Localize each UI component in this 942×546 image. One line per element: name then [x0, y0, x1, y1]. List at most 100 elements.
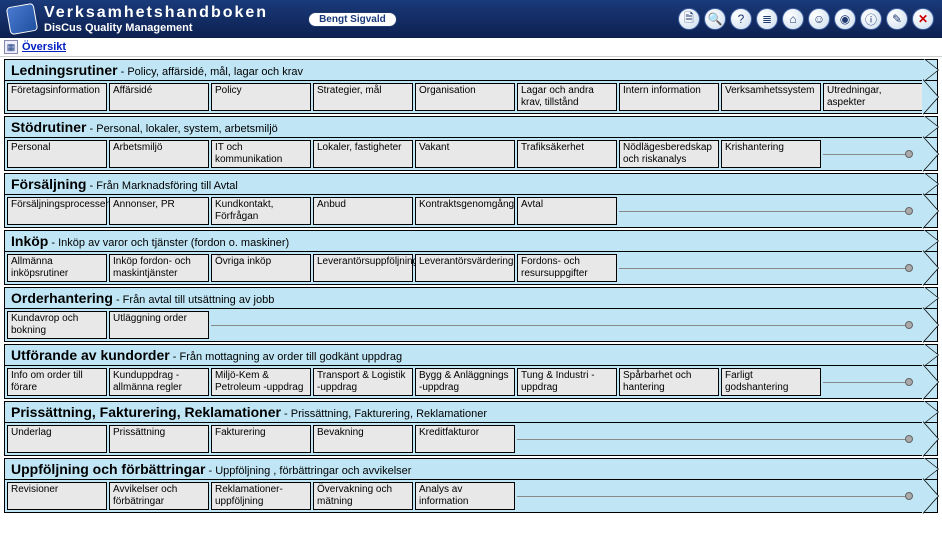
process-box[interactable]: Arbetsmiljö	[109, 140, 209, 168]
section-desc: - Från Marknadsföring till Avtal	[86, 180, 237, 192]
section-title: Prissättning, Fakturering, Reklamationer	[11, 404, 281, 420]
process-box[interactable]: Avtal	[517, 197, 617, 225]
overview-icon: ▦	[4, 40, 18, 54]
process-box[interactable]: Leverantörsvärdering	[415, 254, 515, 282]
process-box[interactable]: IT och kommunikation	[211, 140, 311, 168]
process-box[interactable]: Reklamationer- uppföljning	[211, 482, 311, 510]
section-row: Info om order till förareKunduppdrag -al…	[4, 366, 938, 399]
process-box[interactable]: Övriga inköp	[211, 254, 311, 282]
section-header: Prissättning, Fakturering, Reklamationer…	[4, 401, 938, 423]
process-box[interactable]: Tung & Industri -uppdrag	[517, 368, 617, 396]
home-icon[interactable]: ⌂	[782, 8, 804, 30]
process-box[interactable]: Bygg & Anläggnings -uppdrag	[415, 368, 515, 396]
globe-icon[interactable]: ◉	[834, 8, 856, 30]
section-title: Utförande av kundorder	[11, 347, 170, 363]
process-box[interactable]: Nödlägesberedskap och riskanalys	[619, 140, 719, 168]
filler-line	[517, 425, 913, 453]
info-icon[interactable]: ⓘ	[860, 8, 882, 30]
process-box[interactable]: Spårbarhet och hantering	[619, 368, 719, 396]
process-box[interactable]: Revisioner	[7, 482, 107, 510]
process-box[interactable]: Fordons- och resursuppgifter	[517, 254, 617, 282]
title-block: Verksamhetshandboken DisCus Quality Mana…	[44, 4, 268, 34]
filler-line	[619, 254, 913, 282]
section: Stödrutiner - Personal, lokaler, system,…	[4, 116, 938, 171]
section-title: Orderhantering	[11, 290, 113, 306]
tools-icon[interactable]: ✎	[886, 8, 908, 30]
process-box[interactable]: Verksamhetssystem	[721, 83, 821, 111]
section-desc: - Prissättning, Fakturering, Reklamation…	[281, 408, 487, 420]
search-icon[interactable]: 🔍	[704, 8, 726, 30]
process-box[interactable]: Policy	[211, 83, 311, 111]
doc-icon[interactable]: 🗎	[678, 8, 700, 30]
box-row: FörsäljningsprocessenAnnonser, PRKundkon…	[7, 197, 913, 225]
process-box[interactable]: Kunduppdrag -allmänna regler	[109, 368, 209, 396]
list-icon[interactable]: ≣	[756, 8, 778, 30]
section: Prissättning, Fakturering, Reklamationer…	[4, 401, 938, 456]
process-box[interactable]: Leverantörsuppföljning	[313, 254, 413, 282]
process-box[interactable]: Kontraktsgenomgång	[415, 197, 515, 225]
process-box[interactable]: Transport & Logistik -uppdrag	[313, 368, 413, 396]
process-box[interactable]: Övervakning och mätning	[313, 482, 413, 510]
process-box[interactable]: Lagar och andra krav, tillstånd	[517, 83, 617, 111]
section: Inköp - Inköp av varor och tjänster (for…	[4, 230, 938, 285]
process-box[interactable]: Bevakning	[313, 425, 413, 453]
process-box[interactable]: Försäljningsprocessen	[7, 197, 107, 225]
section: Ledningsrutiner - Policy, affärsidé, mål…	[4, 59, 938, 114]
process-box[interactable]: Anbud	[313, 197, 413, 225]
close-icon[interactable]: ✕	[912, 8, 934, 30]
section-desc: - Från mottagning av order till godkänt …	[170, 351, 402, 363]
process-box[interactable]: Vakant	[415, 140, 515, 168]
overview-link[interactable]: Översikt	[22, 41, 66, 53]
app-title: Verksamhetshandboken	[44, 4, 268, 22]
process-box[interactable]: Underlag	[7, 425, 107, 453]
section-header: Stödrutiner - Personal, lokaler, system,…	[4, 116, 938, 138]
process-box[interactable]: Trafiksäkerhet	[517, 140, 617, 168]
process-box[interactable]: Prissättning	[109, 425, 209, 453]
process-box[interactable]: Utläggning order	[109, 311, 209, 339]
box-row: RevisionerAvvikelser och förbätringarRek…	[7, 482, 913, 510]
section-title: Ledningsrutiner	[11, 62, 118, 78]
section-row: FöretagsinformationAffärsidéPolicyStrate…	[4, 81, 938, 114]
overview-bar: ▦ Översikt	[0, 38, 942, 57]
process-box[interactable]: Kundkontakt, Förfrågan	[211, 197, 311, 225]
section-header: Utförande av kundorder - Från mottagning…	[4, 344, 938, 366]
section: Uppföljning och förbättringar - Uppföljn…	[4, 458, 938, 513]
app-subtitle: DisCus Quality Management	[44, 22, 268, 34]
box-row: PersonalArbetsmiljöIT och kommunikationL…	[7, 140, 913, 168]
process-box[interactable]: Inköp fordon- och maskintjänster	[109, 254, 209, 282]
user-badge: Bengt Sigvald	[308, 12, 397, 27]
process-box[interactable]: Strategier, mål	[313, 83, 413, 111]
process-box[interactable]: Företagsinformation	[7, 83, 107, 111]
person-icon[interactable]: ☺	[808, 8, 830, 30]
toolbar: 🗎🔍?≣⌂☺◉ⓘ✎✕	[678, 8, 934, 30]
help-icon[interactable]: ?	[730, 8, 752, 30]
process-box[interactable]: Kundavrop och bokning	[7, 311, 107, 339]
section-row: Allmänna inköpsrutinerInköp fordon- och …	[4, 252, 938, 285]
filler-line	[823, 140, 913, 168]
process-box[interactable]: Intern information	[619, 83, 719, 111]
process-box[interactable]: Fakturering	[211, 425, 311, 453]
process-box[interactable]: Analys av information	[415, 482, 515, 510]
process-box[interactable]: Kreditfakturor	[415, 425, 515, 453]
process-box[interactable]: Avvikelser och förbätringar	[109, 482, 209, 510]
process-box[interactable]: Miljö-Kem & Petroleum -uppdrag	[211, 368, 311, 396]
process-box[interactable]: Affärsidé	[109, 83, 209, 111]
section-desc: - Personal, lokaler, system, arbetsmiljö	[86, 123, 277, 135]
process-box[interactable]: Allmänna inköpsrutiner	[7, 254, 107, 282]
section-header: Ledningsrutiner - Policy, affärsidé, mål…	[4, 59, 938, 81]
process-box[interactable]: Farligt godshantering	[721, 368, 821, 396]
box-row: Kundavrop och bokningUtläggning order	[7, 311, 913, 339]
process-box[interactable]: Utredningar, aspekter	[823, 83, 923, 111]
process-box[interactable]: Krishantering	[721, 140, 821, 168]
process-box[interactable]: Organisation	[415, 83, 515, 111]
process-box[interactable]: Annonser, PR	[109, 197, 209, 225]
section: Försäljning - Från Marknadsföring till A…	[4, 173, 938, 228]
section-header: Inköp - Inköp av varor och tjänster (for…	[4, 230, 938, 252]
section-desc: - Policy, affärsidé, mål, lagar och krav	[118, 66, 303, 78]
process-box[interactable]: Info om order till förare	[7, 368, 107, 396]
section-title: Inköp	[11, 233, 48, 249]
section-title: Stödrutiner	[11, 119, 86, 135]
app-header: Verksamhetshandboken DisCus Quality Mana…	[0, 0, 942, 38]
process-box[interactable]: Personal	[7, 140, 107, 168]
process-box[interactable]: Lokaler, fastigheter	[313, 140, 413, 168]
